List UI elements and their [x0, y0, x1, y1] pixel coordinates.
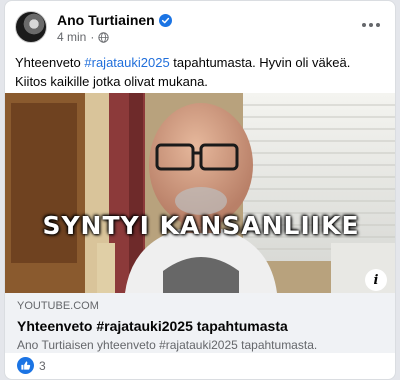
verified-badge-icon — [158, 13, 172, 27]
video-thumbnail[interactable]: SYNTYI KANSANLIIKE i — [5, 93, 395, 293]
meta-separator: · — [90, 30, 95, 44]
video-frame-image — [5, 93, 395, 293]
post-header: Ano Turtiainen 4 min · — [15, 11, 385, 47]
video-caption: SYNTYI KANSANLIIKE — [42, 211, 360, 240]
author-row: Ano Turtiainen — [57, 12, 172, 28]
more-dot-2 — [369, 23, 373, 27]
reaction-count: 3 — [39, 358, 46, 373]
link-domain: YOUTUBE.COM — [17, 300, 99, 312]
post-text: Yhteenveto #rajatauki2025 tapahtumasta. … — [15, 53, 383, 91]
post-text-before: Yhteenveto — [15, 55, 85, 70]
reactions-summary[interactable]: 3 — [17, 357, 46, 374]
more-dot-3 — [376, 23, 380, 27]
link-title[interactable]: Yhteenveto #rajatauki2025 tapahtumasta — [17, 317, 385, 335]
post-time[interactable]: 4 min — [57, 30, 86, 44]
link-description: Ano Turtiaisen yhteenveto #rajatauki2025… — [17, 338, 318, 352]
link-preview[interactable]: YOUTUBE.COM Yhteenveto #rajatauki2025 ta… — [5, 293, 395, 353]
info-icon[interactable]: i — [365, 269, 387, 291]
post-card: Ano Turtiainen 4 min · Yhteenveto #rajat… — [4, 0, 396, 380]
more-dot-1 — [362, 23, 366, 27]
hashtag-link[interactable]: #rajatauki2025 — [84, 55, 169, 70]
post-meta: 4 min · — [57, 30, 110, 44]
more-options-icon[interactable] — [359, 17, 383, 33]
globe-icon — [98, 31, 110, 43]
author-name[interactable]: Ano Turtiainen — [57, 12, 155, 28]
like-thumb-glyph — [21, 361, 31, 370]
like-icon — [17, 357, 34, 374]
author-avatar[interactable] — [15, 11, 47, 43]
